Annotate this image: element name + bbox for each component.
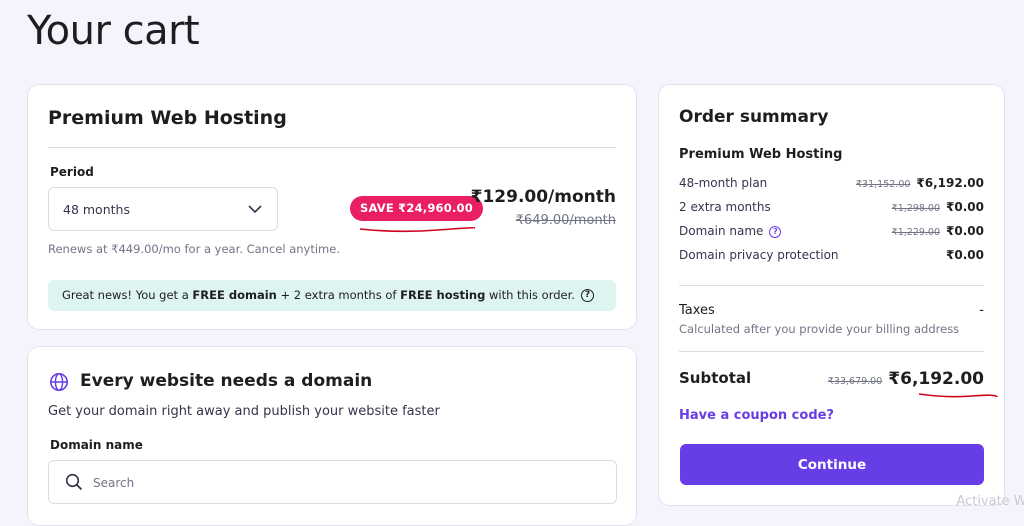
period-select-value: 48 months <box>63 202 130 217</box>
row-label: Domain privacy protection <box>679 248 839 262</box>
order-summary-title: Order summary <box>679 107 829 127</box>
row-old-price: ₹1,229.00 <box>891 227 941 238</box>
annotation-underline <box>918 393 998 398</box>
period-select[interactable]: 48 months <box>48 187 278 231</box>
continue-button[interactable]: Continue <box>680 444 984 485</box>
search-icon <box>65 473 83 491</box>
subtotal-price: ₹6,192.00 <box>888 369 984 389</box>
save-badge: SAVE ₹24,960.00 <box>350 196 483 221</box>
subtotal-old-price: ₹33,679.00 <box>827 376 883 387</box>
os-watermark: Activate Wi <box>956 494 1024 509</box>
summary-product-name: Premium Web Hosting <box>679 147 843 162</box>
row-old-price: ₹31,152.00 <box>856 179 911 190</box>
subtotal-label: Subtotal <box>679 369 752 387</box>
domain-search-box <box>48 460 617 504</box>
domain-search-input[interactable] <box>91 471 595 495</box>
renewal-note: Renews at ₹449.00/mo for a year. Cancel … <box>48 242 340 256</box>
promo-text: Great news! You get a <box>62 288 193 302</box>
promo-banner: Great news! You get a FREE domain + 2 ex… <box>48 280 616 311</box>
domain-card: Every website needs a domain Get your do… <box>27 346 637 526</box>
chevron-down-icon <box>248 205 262 214</box>
domain-name-label: Domain name <box>50 438 143 452</box>
order-summary-card: Order summary Premium Web Hosting 48-mon… <box>658 84 1005 506</box>
row-label: 48-month plan <box>679 176 768 190</box>
taxes-value: - <box>979 303 984 318</box>
divider <box>48 147 616 148</box>
domain-subtitle: Get your domain right away and publish y… <box>48 404 440 419</box>
globe-icon <box>50 373 68 391</box>
row-label: Domain name <box>679 224 764 238</box>
taxes-note: Calculated after you provide your billin… <box>679 322 960 336</box>
hosting-card: Premium Web Hosting Period 48 months SAV… <box>27 84 637 330</box>
taxes-row: Taxes - <box>679 303 984 321</box>
summary-row-domain: Domain name? ₹1,229.00 ₹0.00 <box>679 224 984 242</box>
taxes-label: Taxes <box>679 303 715 318</box>
summary-row-privacy: Domain privacy protection ₹0.00 <box>679 248 984 266</box>
help-icon[interactable]: ? <box>769 225 782 238</box>
row-price: ₹0.00 <box>946 200 984 214</box>
summary-row-plan: 48-month plan ₹31,152.00 ₹6,192.00 <box>679 176 984 194</box>
period-label: Period <box>50 165 94 179</box>
help-icon[interactable]: ? <box>580 289 594 302</box>
page-title: Your cart <box>27 8 200 54</box>
promo-text: with this order. <box>485 288 575 302</box>
price-per-month: ₹129.00/month <box>470 187 616 207</box>
promo-text: + 2 extra months of <box>276 288 401 302</box>
row-old-price: ₹1,298.00 <box>891 203 941 214</box>
annotation-underline <box>359 226 476 233</box>
old-price: ₹649.00/month <box>515 213 616 228</box>
domain-title: Every website needs a domain <box>80 371 373 391</box>
row-price: ₹6,192.00 <box>916 176 984 190</box>
promo-free-hosting: FREE hosting <box>400 288 486 302</box>
row-price: ₹0.00 <box>946 224 984 238</box>
subtotal-row: Subtotal ₹33,679.00 ₹6,192.00 <box>679 369 984 391</box>
promo-free-domain: FREE domain <box>192 288 277 302</box>
row-price: ₹0.00 <box>946 248 984 262</box>
summary-row-extra-months: 2 extra months ₹1,298.00 ₹0.00 <box>679 200 984 218</box>
divider <box>679 351 984 352</box>
coupon-link[interactable]: Have a coupon code? <box>679 408 834 423</box>
hosting-title: Premium Web Hosting <box>48 107 287 129</box>
row-label: 2 extra months <box>679 200 771 214</box>
divider <box>679 285 984 286</box>
